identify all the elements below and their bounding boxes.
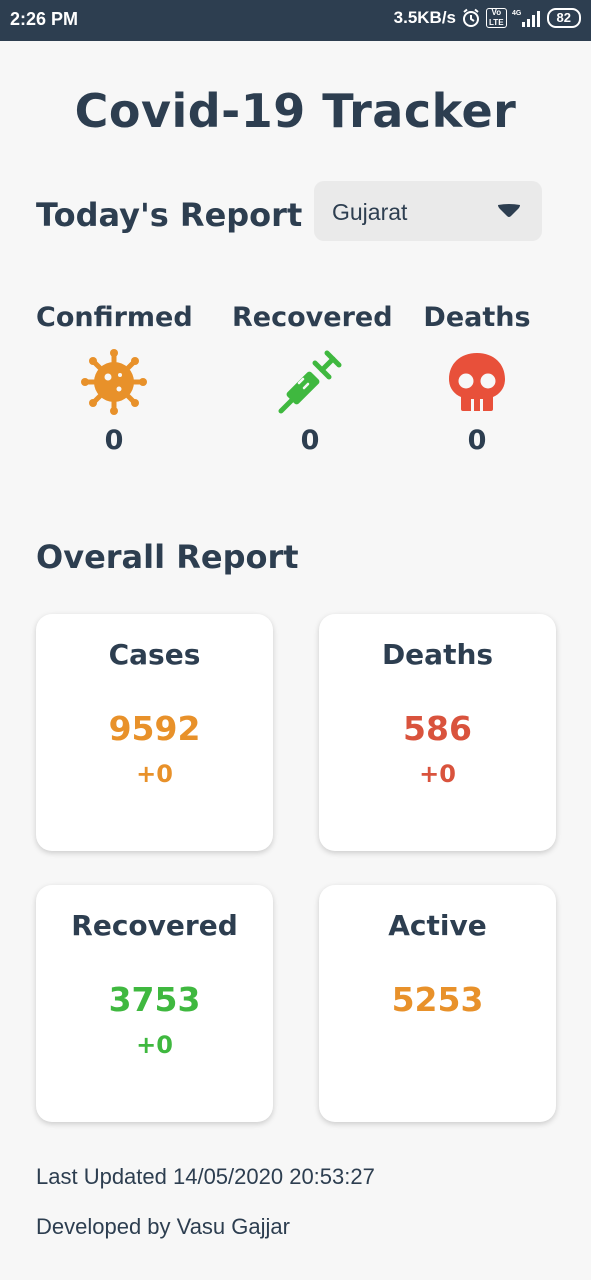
signal-icon: 4G xyxy=(512,8,542,28)
developer-credit: Developed by Vasu Gajjar xyxy=(36,1214,290,1239)
card-deaths-value: 586 xyxy=(403,709,472,748)
alarm-icon xyxy=(461,8,481,28)
card-deaths: Deaths 586 +0 xyxy=(319,614,556,851)
card-active: Active 5253 xyxy=(319,885,556,1122)
card-active-title: Active xyxy=(388,909,487,942)
stat-deaths-label: Deaths xyxy=(423,302,531,333)
battery-level: 82 xyxy=(556,10,571,25)
card-active-value: 5253 xyxy=(391,980,484,1019)
stat-confirmed-value: 0 xyxy=(104,425,124,456)
stat-deaths: Deaths 0 xyxy=(418,302,536,456)
stat-confirmed: Confirmed 0 xyxy=(36,302,193,456)
todays-report-title: Today's Report xyxy=(36,196,303,234)
last-updated: Last Updated 14/05/2020 20:53:27 xyxy=(36,1164,375,1189)
stat-recovered-label: Recovered xyxy=(232,302,393,333)
card-recovered: Recovered 3753 +0 xyxy=(36,885,273,1122)
stat-confirmed-label: Confirmed xyxy=(36,302,193,333)
syringe-icon xyxy=(277,349,343,415)
volte-icon: Vo LTE xyxy=(486,8,507,28)
card-cases-value: 9592 xyxy=(108,709,201,748)
status-icons: 3.5KB/s Vo LTE 4G 82 xyxy=(394,8,581,28)
stat-recovered-value: 0 xyxy=(300,425,320,456)
card-recovered-delta: +0 xyxy=(136,1031,173,1059)
stat-recovered: Recovered 0 xyxy=(232,302,393,456)
caret-down-icon xyxy=(496,203,522,223)
card-deaths-title: Deaths xyxy=(381,638,494,671)
network-type: 4G xyxy=(512,10,522,17)
card-cases: Cases 9592 +0 xyxy=(36,614,273,851)
status-bar: 2:26 PM 3.5KB/s Vo LTE 4G 82 xyxy=(0,0,591,41)
card-deaths-delta: +0 xyxy=(419,760,456,788)
virus-icon xyxy=(81,349,147,415)
card-cases-title: Cases xyxy=(108,638,201,671)
app-title: Covid-19 Tracker xyxy=(74,84,517,138)
battery-icon: 82 xyxy=(546,8,581,28)
state-dropdown-value: Gujarat xyxy=(332,199,408,225)
skull-icon xyxy=(444,349,510,415)
stat-deaths-value: 0 xyxy=(467,425,487,456)
card-recovered-value: 3753 xyxy=(108,980,201,1019)
status-time: 2:26 PM xyxy=(10,9,79,29)
overall-report-title: Overall Report xyxy=(36,538,299,576)
state-dropdown[interactable]: Gujarat xyxy=(314,181,542,241)
card-recovered-title: Recovered xyxy=(71,909,238,942)
card-cases-delta: +0 xyxy=(136,760,173,788)
network-speed: 3.5KB/s xyxy=(393,8,457,27)
